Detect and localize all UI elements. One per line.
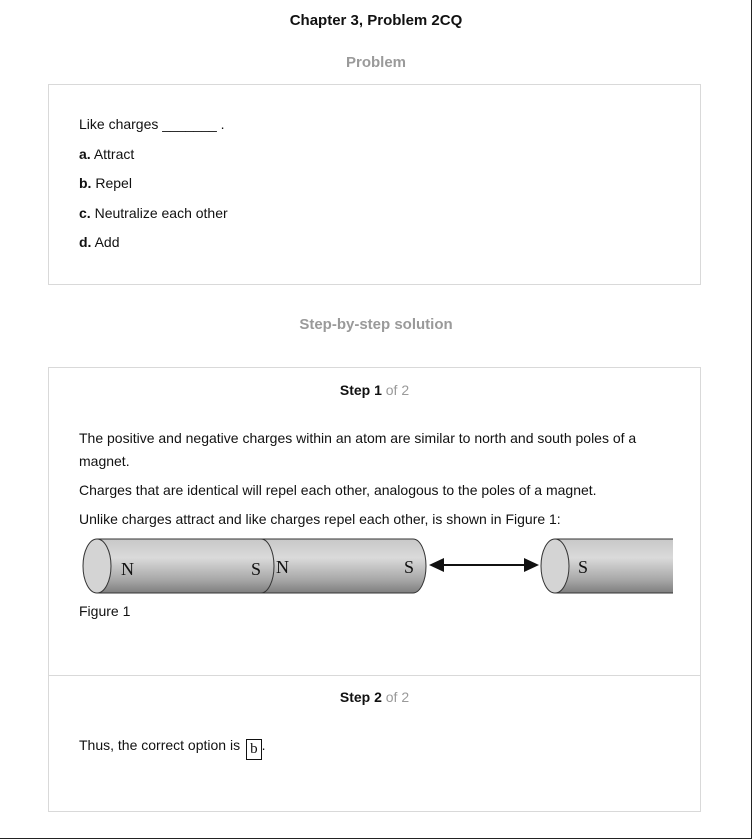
step-2-header: Step 2 of 2 [49,689,700,705]
step-count: of 2 [385,689,410,705]
option-text: Add [94,234,120,250]
answer-period: . [261,737,266,753]
figure-caption: Figure 1 [79,603,131,619]
option-text: Repel [95,175,132,191]
magnet-1 [82,538,275,594]
step-label: Step 1 [339,382,382,398]
step-1-paragraph-3: Unlike charges attract and like charges … [79,511,561,527]
question-text: Like charges _______ . [79,116,225,132]
solution-heading: Step-by-step solution [299,316,453,333]
page-title: Chapter 3, Problem 2CQ [289,12,463,29]
magnets-figure: N S N S S N [82,538,673,594]
pole-label: S [251,559,261,579]
problem-card: Like charges _______ . a. Attract b. Rep… [48,84,701,285]
option-letter: b. [79,175,92,191]
option-b: b. Repel [79,174,228,204]
step-1-header: Step 1 of 2 [49,382,700,398]
step-count: of 2 [385,382,410,398]
pole-label: S [578,557,588,577]
pole-label: N [121,559,134,579]
option-letter: d. [79,234,92,250]
pole-label: S [404,557,414,577]
option-text: Neutralize each other [94,204,228,221]
step-label: Step 2 [339,689,382,705]
option-c: c. Neutralize each other [79,204,228,234]
pole-label: N [276,557,289,577]
conclusion-text: Thus, the correct option is [79,737,241,753]
step-2-conclusion: Thus, the correct option is b. [79,734,669,760]
option-letter: c. [79,204,91,221]
magnet-3 [540,538,673,594]
step-divider [49,675,700,676]
option-d: d. Add [79,233,228,263]
option-a: a. Attract [79,145,228,175]
option-letter: a. [79,145,91,162]
repel-arrow-icon [429,558,539,572]
problem-heading: Problem [345,54,406,71]
option-text: Attract [93,145,135,162]
step-1-paragraph-1: The positive and negative charges within… [79,430,637,469]
solution-card: Step 1 of 2 The positive and negative ch… [48,367,701,812]
problem-body: Like charges _______ . a. Attract b. Rep… [79,115,228,263]
step-1-paragraph-2: Charges that are identical will repel ea… [79,482,597,498]
answer-box: b [246,739,262,760]
